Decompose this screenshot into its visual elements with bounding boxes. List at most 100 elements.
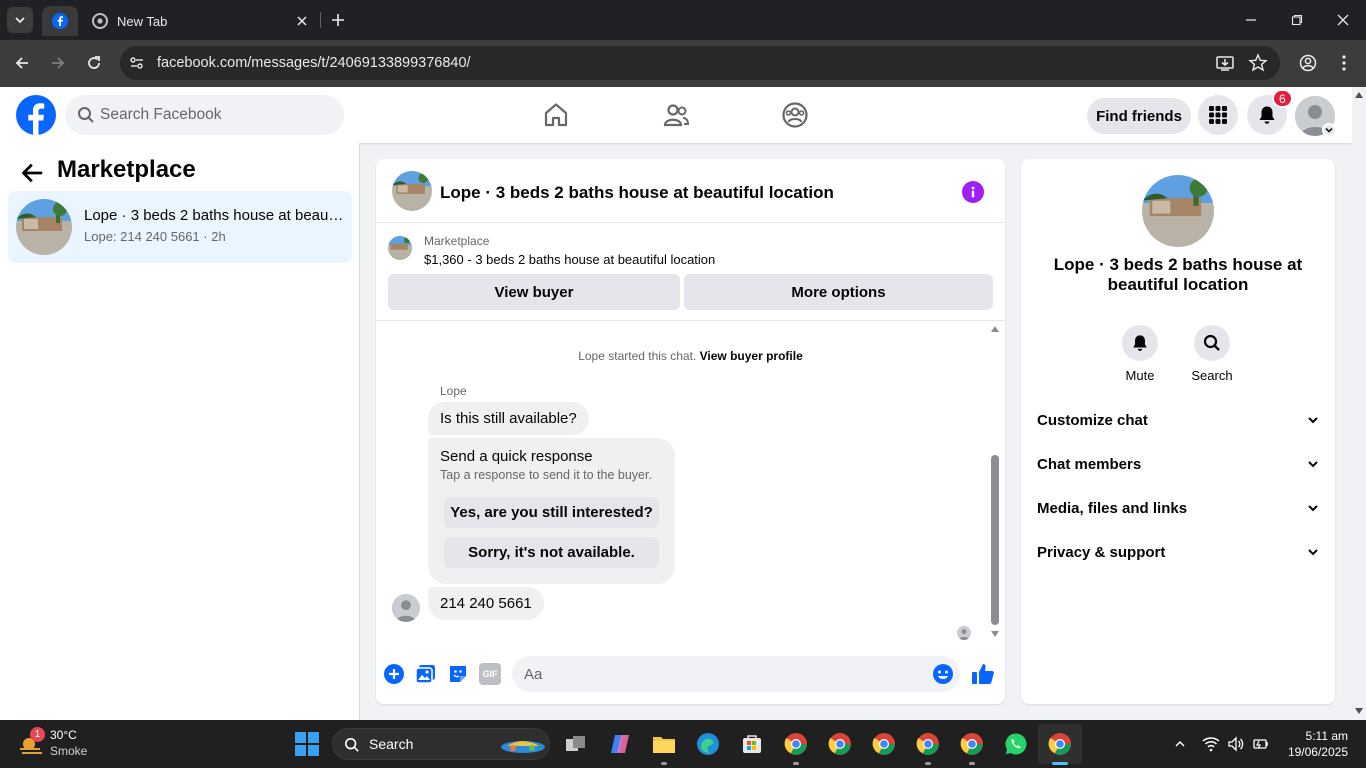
- friends-icon[interactable]: [662, 101, 690, 129]
- browser-toolbar: facebook.com/messages/t/2406913389937684…: [0, 40, 1366, 87]
- copilot-button[interactable]: [606, 730, 634, 758]
- message-input-placeholder: Aa: [524, 665, 543, 683]
- chrome-profile-button[interactable]: [958, 730, 986, 758]
- tab-new-tab[interactable]: New Tab: [80, 6, 320, 36]
- system-clock[interactable]: 5:11 am 19/06/2025: [1282, 728, 1348, 760]
- mute-circle[interactable]: [1122, 325, 1158, 361]
- page-scrollbar[interactable]: [1352, 87, 1366, 720]
- close-icon: [1337, 14, 1349, 26]
- edge-button[interactable]: [694, 730, 722, 758]
- taskbar-search[interactable]: Search: [332, 728, 550, 760]
- sticker-icon[interactable]: [447, 663, 469, 685]
- info-icon: [971, 186, 975, 198]
- tab-search-button[interactable]: [7, 7, 33, 33]
- minimize-icon: [1246, 19, 1256, 21]
- whatsapp-button[interactable]: [1002, 730, 1030, 758]
- weather-widget[interactable]: 1 30°C Smoke: [16, 727, 126, 761]
- scroll-up-icon[interactable]: [990, 325, 1000, 333]
- restore-button[interactable]: [1274, 0, 1320, 40]
- chrome-profile-button[interactable]: [870, 730, 898, 758]
- show-hidden-icons-button[interactable]: [1170, 734, 1190, 754]
- groups-icon[interactable]: [781, 101, 809, 129]
- thumbs-up-icon[interactable]: [971, 662, 995, 686]
- media-files-links-row[interactable]: Media, files and links: [1037, 493, 1319, 523]
- wifi-status[interactable]: [1201, 734, 1221, 754]
- close-icon[interactable]: [296, 15, 308, 27]
- search-in-chat-button[interactable]: Search: [1180, 325, 1244, 383]
- address-bar[interactable]: facebook.com/messages/t/2406913389937684…: [120, 46, 1280, 80]
- chrome-profile-button[interactable]: [826, 730, 854, 758]
- privacy-support-row[interactable]: Privacy & support: [1037, 537, 1319, 567]
- search-circle[interactable]: [1194, 325, 1230, 361]
- file-explorer-button[interactable]: [650, 730, 678, 758]
- browser-menu-button[interactable]: [1330, 49, 1358, 77]
- edge-icon: [697, 733, 719, 755]
- minimize-button[interactable]: [1228, 0, 1274, 40]
- profile-icon: [1299, 54, 1317, 72]
- account-menu-caret[interactable]: [1322, 123, 1336, 137]
- chat-header: Lope · 3 beds 2 baths house at beautiful…: [376, 159, 1005, 223]
- chevron-up-icon: [1175, 740, 1185, 747]
- photo-icon[interactable]: [415, 663, 437, 685]
- quick-reply-button[interactable]: Sorry, it's not available.: [444, 537, 659, 568]
- buyer-avatar[interactable]: [392, 594, 420, 622]
- quick-reply-button[interactable]: Yes, are you still interested?: [444, 497, 659, 528]
- scroll-up-icon[interactable]: [1354, 91, 1364, 99]
- search-icon: [1203, 334, 1220, 351]
- conversation-info-button[interactable]: [962, 181, 984, 203]
- windows-logo-icon: [295, 732, 319, 756]
- emoji-icon[interactable]: [932, 663, 954, 685]
- battery-status[interactable]: [1250, 734, 1270, 754]
- store-button[interactable]: [738, 730, 766, 758]
- site-settings-icon[interactable]: [128, 54, 146, 72]
- facebook-logo[interactable]: [16, 95, 56, 135]
- find-friends-button[interactable]: Find friends: [1087, 98, 1191, 134]
- new-tab-button[interactable]: [326, 8, 350, 32]
- customize-chat-row[interactable]: Customize chat: [1037, 405, 1319, 435]
- conversation-item[interactable]: Lope · 3 beds 2 baths house at beautiful…: [8, 191, 352, 263]
- scroll-down-icon[interactable]: [1354, 707, 1364, 715]
- home-icon[interactable]: [542, 101, 570, 129]
- chrome-icon: [784, 733, 807, 755]
- tab-facebook[interactable]: [42, 6, 78, 36]
- chevron-down-icon: [1308, 461, 1318, 468]
- search-icon: [344, 737, 359, 752]
- back-arrow-icon[interactable]: [19, 160, 45, 186]
- chevron-down-icon: [1325, 127, 1333, 133]
- more-options-button[interactable]: More options: [684, 274, 993, 310]
- wifi-icon: [1202, 737, 1220, 752]
- reload-button[interactable]: [80, 49, 108, 77]
- message-input[interactable]: Aa: [512, 656, 960, 692]
- listing-price-title[interactable]: $1,360 - 3 beds 2 baths house at beautif…: [424, 252, 715, 267]
- volume-status[interactable]: [1226, 734, 1246, 754]
- forward-button[interactable]: [44, 49, 72, 77]
- scroll-down-icon[interactable]: [990, 630, 1000, 638]
- chrome-active-button[interactable]: [1046, 730, 1074, 758]
- view-buyer-button[interactable]: View buyer: [388, 274, 680, 310]
- install-app-icon[interactable]: [1215, 53, 1235, 73]
- listing-thumbnail[interactable]: [388, 236, 412, 260]
- default-avatar-icon: [957, 626, 971, 640]
- chrome-profile-button[interactable]: [914, 730, 942, 758]
- scrollbar-thumb[interactable]: [991, 455, 999, 625]
- profile-button[interactable]: [1294, 49, 1322, 77]
- chrome-profile-button[interactable]: [782, 730, 810, 758]
- bookmark-star-icon[interactable]: [1248, 53, 1268, 73]
- chat-title[interactable]: Lope · 3 beds 2 baths house at beautiful…: [440, 183, 834, 203]
- view-buyer-profile-link[interactable]: View buyer profile: [700, 349, 803, 363]
- chat-members-row[interactable]: Chat members: [1037, 449, 1319, 479]
- chrome-icon: [960, 733, 983, 755]
- back-button[interactable]: [8, 49, 36, 77]
- listing-avatar[interactable]: [1142, 175, 1214, 247]
- start-button[interactable]: [293, 730, 321, 758]
- plus-circle-icon[interactable]: [383, 663, 405, 685]
- taskbar-search-label: Search: [369, 736, 414, 752]
- mute-button[interactable]: Mute: [1108, 325, 1172, 383]
- copilot-icon: [611, 735, 629, 753]
- menu-button[interactable]: [1198, 95, 1238, 135]
- facebook-search-input[interactable]: Search Facebook: [65, 95, 344, 135]
- gif-button[interactable]: GIF: [479, 663, 501, 685]
- chat-thumbnail[interactable]: [392, 171, 432, 211]
- task-view-button[interactable]: [562, 730, 590, 758]
- close-window-button[interactable]: [1320, 0, 1366, 40]
